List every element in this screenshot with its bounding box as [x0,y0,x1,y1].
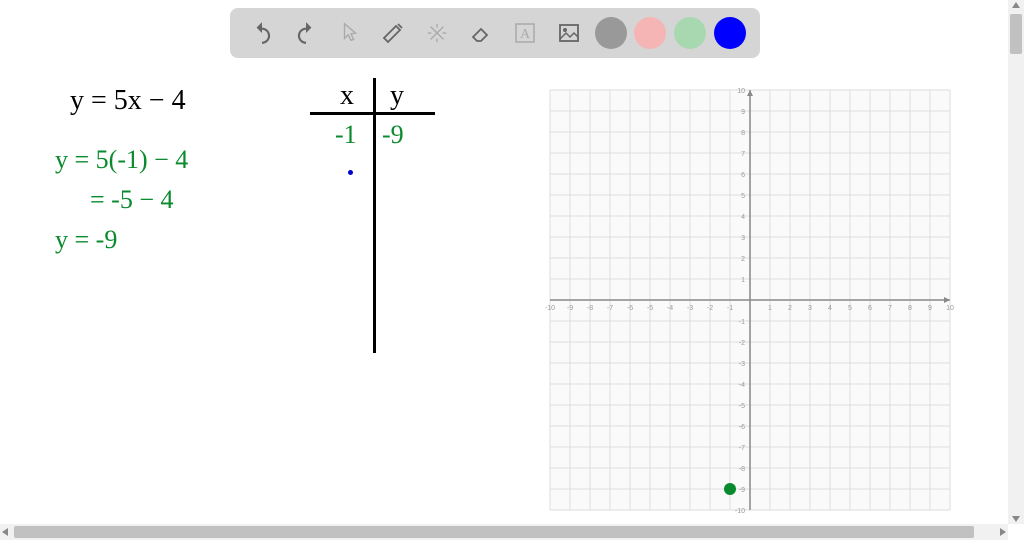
equation-substitution-2: = -5 − 4 [90,185,173,215]
svg-text:-7: -7 [739,445,745,452]
table-row-y: -9 [382,120,404,150]
svg-text:-5: -5 [647,305,653,312]
equation-result: y = -9 [55,225,117,255]
eraser-tool[interactable] [463,15,499,51]
svg-text:-2: -2 [707,305,713,312]
image-tool[interactable] [551,15,587,51]
svg-text:-4: -4 [739,382,745,389]
svg-text:-6: -6 [739,424,745,431]
svg-text:-7: -7 [607,305,613,312]
svg-text:-3: -3 [687,305,693,312]
table-row-x: -1 [335,120,357,150]
svg-text:5: 5 [848,305,852,312]
svg-text:10: 10 [946,305,954,312]
tools-icon[interactable] [419,15,455,51]
table-vertical-line [373,78,376,353]
coordinate-graph: -10 -9 -8 -7 -6 -5 -4 -3 -2 -1 1 2 3 4 5 6 7 8 9 10 -10 -9 -8 -… [540,80,960,520]
svg-text:1: 1 [768,305,772,312]
table-header-x: x [340,80,354,112]
scroll-left-arrow[interactable] [2,528,8,536]
svg-text:2: 2 [741,256,745,263]
svg-text:-9: -9 [739,487,745,494]
graph-svg: -10 -9 -8 -7 -6 -5 -4 -3 -2 -1 1 2 3 4 5 6 7 8 9 10 -10 -9 -8 -… [540,80,960,520]
svg-text:10: 10 [737,88,745,95]
table-cursor-dot [348,170,353,175]
svg-text:4: 4 [741,214,745,221]
svg-text:8: 8 [741,130,745,137]
svg-text:-1: -1 [727,305,733,312]
svg-text:8: 8 [908,305,912,312]
text-tool[interactable]: A [507,15,543,51]
svg-text:-9: -9 [567,305,573,312]
color-pink[interactable] [634,17,666,49]
vertical-scrollbar[interactable] [1008,0,1024,524]
table-header-y: y [390,80,404,112]
svg-text:A: A [520,27,531,42]
svg-text:9: 9 [741,109,745,116]
svg-text:-8: -8 [739,466,745,473]
scroll-up-arrow[interactable] [1012,2,1020,8]
svg-text:-5: -5 [739,403,745,410]
color-blue[interactable] [714,17,746,49]
pointer-tool[interactable] [332,15,368,51]
scroll-down-arrow[interactable] [1012,516,1020,522]
svg-text:3: 3 [808,305,812,312]
redo-button[interactable] [288,15,324,51]
svg-text:-8: -8 [587,305,593,312]
toolbar: A [230,8,760,58]
svg-text:-3: -3 [739,361,745,368]
svg-text:7: 7 [741,151,745,158]
scroll-right-arrow[interactable] [1000,528,1006,536]
svg-text:9: 9 [928,305,932,312]
svg-text:1: 1 [741,277,745,284]
color-gray[interactable] [595,17,627,49]
svg-text:-10: -10 [735,508,745,515]
canvas[interactable]: y = 5x − 4 y = 5(-1) − 4 = -5 − 4 y = -9… [0,60,1004,520]
vertical-scroll-thumb[interactable] [1010,14,1022,54]
color-green[interactable] [674,17,706,49]
svg-text:-1: -1 [739,319,745,326]
svg-text:-2: -2 [739,340,745,347]
svg-text:5: 5 [741,193,745,200]
equation-main: y = 5x − 4 [70,85,186,117]
horizontal-scroll-thumb[interactable] [14,526,974,538]
svg-text:-4: -4 [667,305,673,312]
svg-text:6: 6 [868,305,872,312]
equation-substitution-1: y = 5(-1) − 4 [55,145,188,175]
svg-text:3: 3 [741,235,745,242]
svg-text:6: 6 [741,172,745,179]
svg-text:7: 7 [888,305,892,312]
pencil-tool[interactable] [375,15,411,51]
undo-button[interactable] [244,15,280,51]
svg-text:2: 2 [788,305,792,312]
svg-text:-10: -10 [545,305,555,312]
horizontal-scrollbar[interactable] [0,524,1008,540]
svg-text:4: 4 [828,305,832,312]
svg-text:-6: -6 [627,305,633,312]
